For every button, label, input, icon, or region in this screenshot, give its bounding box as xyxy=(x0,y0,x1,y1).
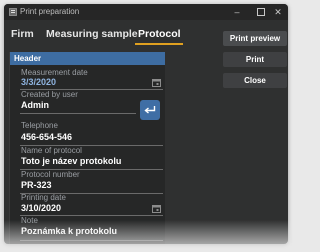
maximize-button[interactable] xyxy=(253,6,269,18)
field-underline xyxy=(20,113,136,114)
protocol-number-field[interactable]: PR-323 xyxy=(21,180,52,191)
minimize-button[interactable]: – xyxy=(229,6,245,18)
close-button[interactable]: Close xyxy=(223,73,287,88)
enter-icon xyxy=(144,106,156,114)
print-preparation-window: Print preparation – ✕ Firm Measuring sam… xyxy=(4,4,288,244)
panel-title: Header xyxy=(10,52,165,65)
maximize-icon xyxy=(257,7,265,16)
app-icon xyxy=(9,8,17,16)
calendar-icon[interactable] xyxy=(152,204,161,213)
telephone-label: Telephone xyxy=(21,121,58,130)
tab-protocol[interactable]: Protocol xyxy=(138,28,181,40)
created-by-user-label: Created by user xyxy=(21,90,78,99)
calendar-icon[interactable] xyxy=(152,78,161,87)
print-preview-button[interactable]: Print preview xyxy=(223,31,287,46)
field-underline xyxy=(20,215,163,216)
tab-measuring-sample[interactable]: Measuring sample xyxy=(46,28,138,40)
created-by-user-field[interactable]: Admin xyxy=(21,100,49,111)
name-of-protocol-field[interactable]: Toto je název protokolu xyxy=(21,156,121,167)
protocol-number-label: Protocol number xyxy=(21,170,80,179)
telephone-field[interactable]: 456-654-546 xyxy=(21,132,72,143)
tab-firm[interactable]: Firm xyxy=(11,28,34,40)
printing-date-label: Printing date xyxy=(21,193,66,202)
note-field[interactable]: Poznámka k protokolu xyxy=(21,226,117,237)
header-panel: Header Measurement date 3/3/2020 Created… xyxy=(9,52,165,244)
name-of-protocol-label: Name of protocol xyxy=(21,146,82,155)
enter-button[interactable] xyxy=(140,100,160,120)
title-bar: Print preparation – ✕ xyxy=(4,4,288,20)
note-label: Note xyxy=(21,216,38,225)
measurement-date-label: Measurement date xyxy=(21,68,88,77)
active-tab-indicator xyxy=(135,43,183,45)
close-window-button[interactable]: ✕ xyxy=(270,6,286,18)
window-title: Print preparation xyxy=(20,7,80,16)
print-button[interactable]: Print xyxy=(223,52,287,67)
printing-date-field[interactable]: 3/10/2020 xyxy=(21,203,61,214)
tab-bar: Firm Measuring sample Protocol xyxy=(4,26,219,46)
field-underline xyxy=(20,240,163,241)
measurement-date-field[interactable]: 3/3/2020 xyxy=(21,77,56,88)
